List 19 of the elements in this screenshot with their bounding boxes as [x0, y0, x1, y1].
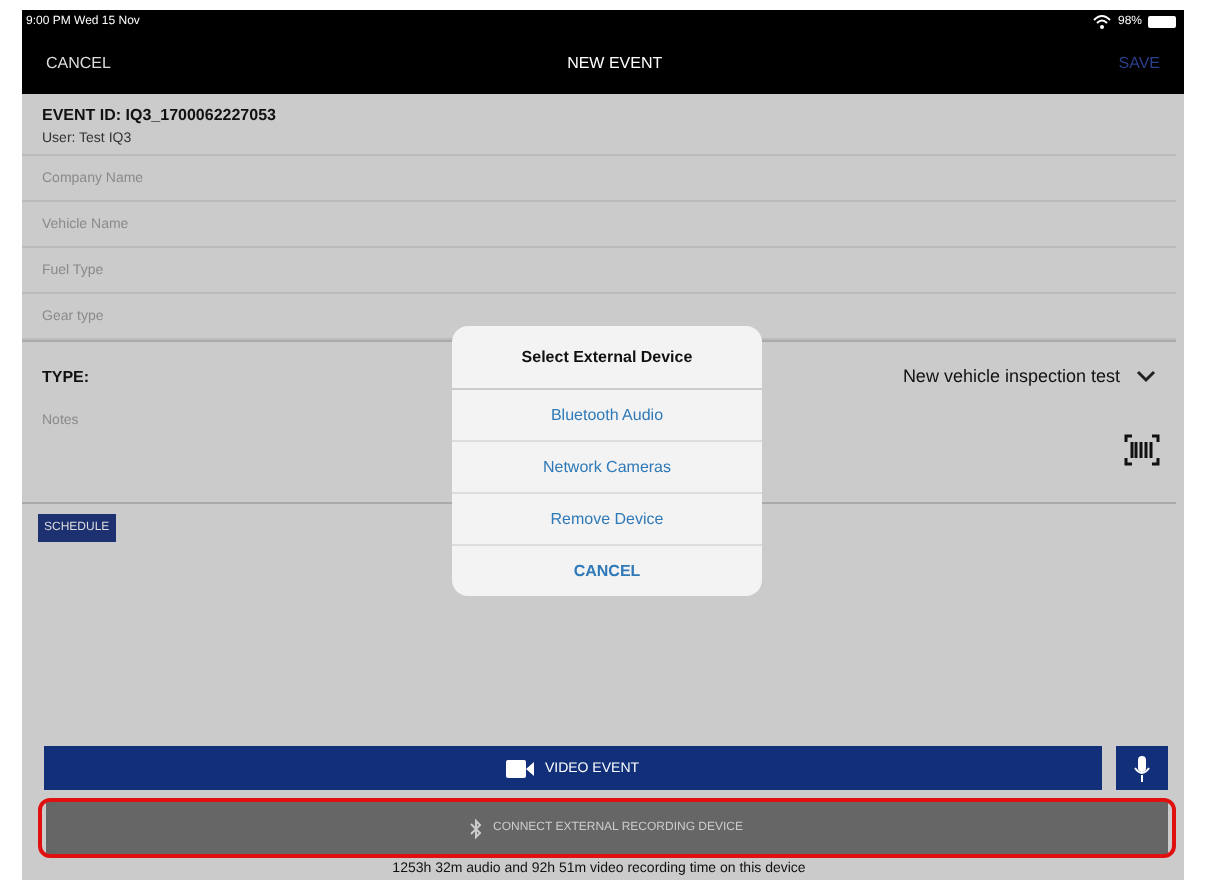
- screen-title: NEW EVENT: [567, 54, 663, 72]
- bluetooth-icon: [470, 817, 483, 839]
- cancel-link[interactable]: CANCEL: [46, 54, 111, 72]
- event-id: EVENT ID: IQ3_1700062227053: [40, 104, 278, 124]
- chevron-down-icon: [1136, 369, 1156, 383]
- barcode-scan-icon[interactable]: [1124, 434, 1160, 466]
- action-sheet-title: Select External Device: [452, 326, 762, 390]
- microphone-button[interactable]: [1116, 746, 1168, 790]
- save-link[interactable]: SAVE: [1118, 54, 1160, 72]
- action-sheet-cancel[interactable]: CANCEL: [452, 546, 762, 596]
- action-sheet-option[interactable]: Remove Device: [452, 494, 762, 546]
- wifi-icon: [1091, 13, 1112, 29]
- action-sheet-option[interactable]: Network Cameras: [452, 442, 762, 494]
- battery-icon: [1148, 15, 1176, 27]
- microphone-icon: [1134, 755, 1150, 781]
- video-camera-icon: [506, 759, 535, 777]
- type-label: TYPE:: [42, 367, 90, 385]
- type-dropdown[interactable]: New vehicle inspection test: [902, 366, 1156, 386]
- action-sheet-option[interactable]: Bluetooth Audio: [452, 390, 762, 442]
